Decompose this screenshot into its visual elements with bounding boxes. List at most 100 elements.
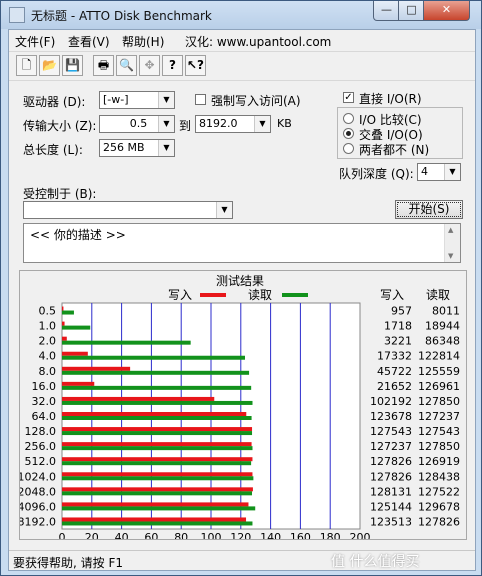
read-value: 127237 [418, 410, 460, 423]
write-bar [62, 396, 215, 401]
chevron-down-icon: ▼ [444, 164, 460, 180]
legend-read-swatch [282, 293, 308, 297]
client-area: 文件(F) 查看(V) 帮助(H) 汉化: www.upantool.com 🗋… [8, 29, 476, 571]
read-value: 129678 [418, 500, 460, 513]
read-bar [62, 446, 253, 451]
read-value: 127850 [418, 395, 460, 408]
read-value: 86348 [425, 335, 460, 348]
x-tick-label: 100 [201, 531, 222, 539]
close-button[interactable]: ✕ [423, 1, 470, 21]
write-value: 21652 [377, 380, 412, 393]
window-title: 无标题 - ATTO Disk Benchmark [31, 9, 212, 23]
transfer-unit: KB [277, 117, 292, 130]
write-value: 3221 [384, 335, 412, 348]
write-bar [62, 412, 247, 416]
menu-help[interactable]: 帮助(H) [122, 33, 164, 50]
read-bar [62, 325, 91, 330]
menu-file[interactable]: 文件(F) [15, 33, 55, 50]
force-write-label: 强制写入访问(A) [211, 94, 301, 108]
context-help-icon[interactable]: ↖? [185, 55, 206, 76]
direct-io-checkbox[interactable]: ✓ [343, 92, 354, 103]
minimize-button[interactable]: — [373, 1, 400, 21]
write-value: 102192 [370, 395, 412, 408]
description-scrollbar[interactable]: ▲ ▼ [444, 224, 460, 262]
y-tick-label: 0.5 [39, 305, 57, 318]
drive-label: 驱动器 (D): [23, 95, 86, 109]
read-bar [62, 506, 256, 511]
y-tick-label: 1.0 [39, 320, 57, 333]
y-tick-label: 2048.0 [20, 485, 56, 498]
scroll-down-icon[interactable]: ▼ [448, 252, 453, 260]
status-bar: 要获得帮助, 请按 F1 值 什么值得买 [9, 550, 475, 571]
read-value: 18944 [425, 320, 460, 333]
drive-select[interactable]: [-w-] ▼ [99, 91, 175, 109]
print-preview-icon[interactable]: 🔍 [116, 55, 137, 76]
transfer-from-value: 0.5 [129, 117, 148, 130]
watermark: 值 什么值得买 [331, 554, 420, 570]
write-bar [62, 517, 247, 522]
write-value: 127237 [370, 440, 412, 453]
x-tick-label: 40 [115, 531, 129, 539]
write-value: 123678 [370, 410, 412, 423]
y-tick-label: 128.0 [25, 425, 57, 438]
start-button[interactable]: 开始(S) [395, 200, 463, 219]
menu-bar: 文件(F) 查看(V) 帮助(H) 汉化: www.upantool.com [9, 30, 475, 50]
x-tick-label: 20 [85, 531, 99, 539]
col-header-read: 读取 [426, 288, 450, 302]
transfer-to-select[interactable]: 8192.0 ▼ [195, 115, 271, 133]
description-box[interactable]: << 你的描述 >> ▲ ▼ [23, 223, 461, 263]
y-tick-label: 2.0 [39, 335, 57, 348]
transfer-to-label: 到 [179, 119, 192, 133]
transfer-from-select[interactable]: 0.5 ▼ [99, 115, 175, 133]
read-bar [62, 400, 253, 405]
y-tick-label: 32.0 [32, 395, 57, 408]
read-value: 127850 [418, 440, 460, 453]
io-compare-radio[interactable] [343, 113, 354, 124]
write-value: 127826 [370, 470, 412, 483]
col-header-write: 写入 [380, 288, 404, 302]
read-value: 127543 [418, 425, 460, 438]
chevron-down-icon: ▼ [216, 202, 232, 218]
controlled-by-select[interactable]: ▼ [23, 201, 233, 219]
new-icon[interactable]: 🗋 [16, 55, 37, 76]
move-icon[interactable]: ✥ [139, 55, 160, 76]
write-bar [62, 351, 88, 356]
io-overlap-radio[interactable] [343, 128, 354, 139]
x-tick-label: 80 [174, 531, 188, 539]
read-value: 122814 [418, 350, 460, 363]
total-length-select[interactable]: 256 MB ▼ [99, 139, 175, 157]
write-bar [62, 306, 64, 311]
queue-depth-select[interactable]: 4 ▼ [417, 163, 461, 181]
toolbar: 🗋 📂 💾 🖶 🔍 ✥ ? ↖? [9, 51, 475, 81]
write-bar [62, 336, 67, 341]
read-bar [62, 491, 253, 496]
legend-read-label: 读取 [248, 288, 272, 302]
legend-write-label: 写入 [168, 288, 192, 302]
chevron-down-icon: ▼ [158, 92, 174, 108]
write-bar [62, 472, 253, 477]
write-value: 123513 [370, 515, 412, 528]
write-value: 125144 [370, 500, 412, 513]
write-value: 1718 [384, 320, 412, 333]
maximize-button[interactable]: □ [398, 1, 425, 21]
x-tick-label: 200 [350, 531, 371, 539]
print-icon[interactable]: 🖶 [93, 55, 114, 76]
force-write-checkbox[interactable] [195, 94, 206, 105]
scroll-up-icon[interactable]: ▲ [448, 226, 453, 234]
read-value: 128438 [418, 470, 460, 483]
app-icon [9, 7, 25, 23]
chevron-down-icon: ▼ [158, 140, 174, 156]
write-value: 45722 [377, 365, 412, 378]
read-bar [62, 385, 252, 390]
x-tick-label: 120 [230, 531, 251, 539]
about-icon[interactable]: ? [162, 55, 183, 76]
save-icon[interactable]: 💾 [62, 55, 83, 76]
read-value: 126961 [418, 380, 460, 393]
y-tick-label: 512.0 [25, 455, 57, 468]
legend-write-swatch [200, 293, 226, 297]
open-icon[interactable]: 📂 [39, 55, 60, 76]
y-tick-label: 16.0 [32, 380, 57, 393]
menu-localized[interactable]: 汉化: www.upantool.com [185, 33, 331, 50]
neither-radio[interactable] [343, 143, 354, 154]
menu-view[interactable]: 查看(V) [68, 33, 110, 50]
